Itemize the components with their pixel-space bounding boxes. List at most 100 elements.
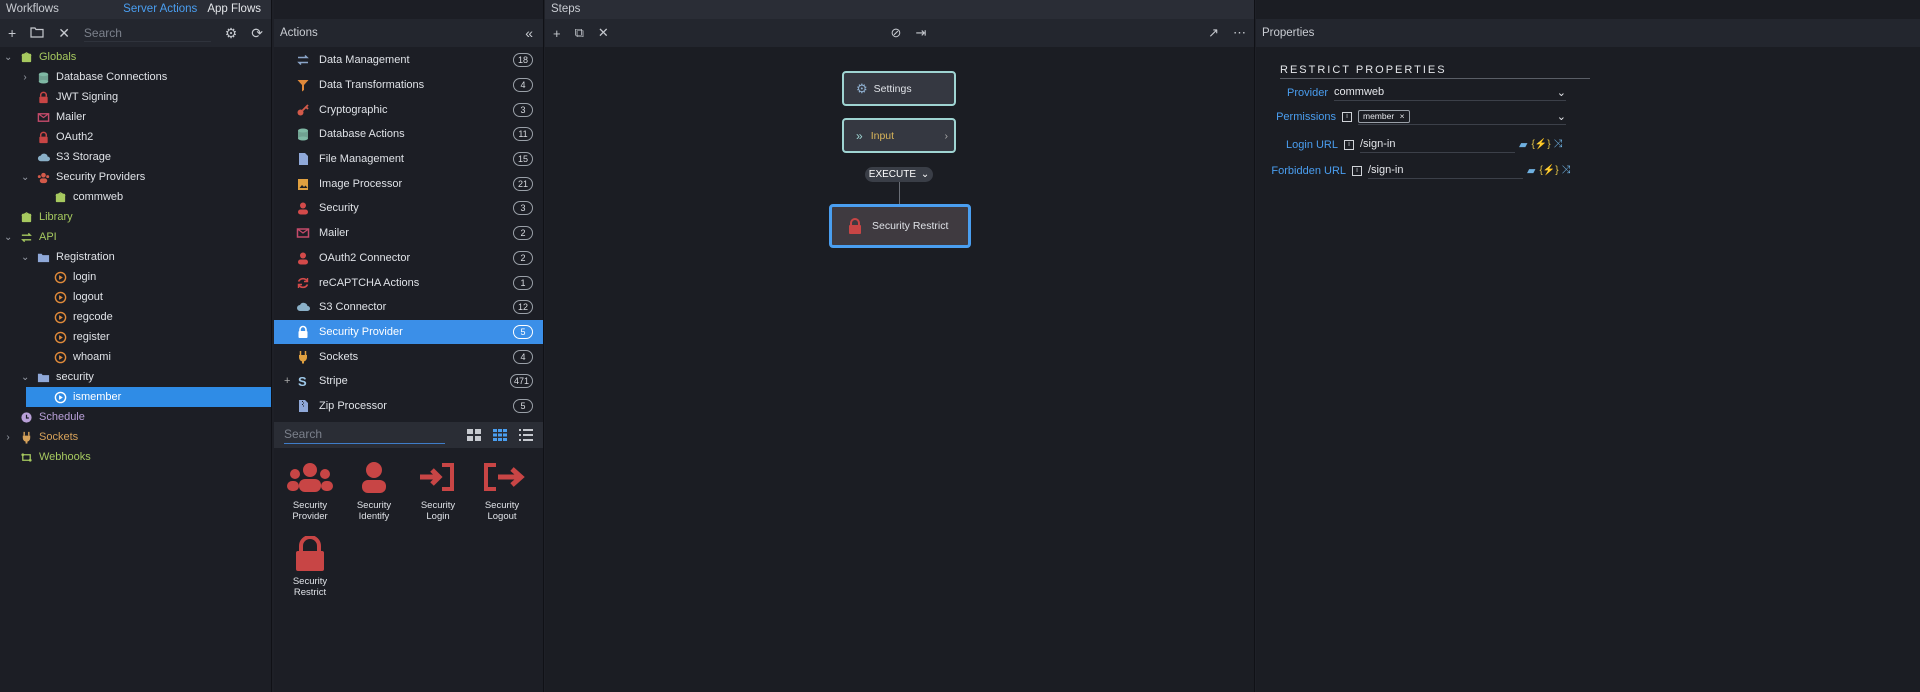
tree-item-api[interactable]: ⌄ API <box>0 227 271 247</box>
permission-tag[interactable]: member × <box>1358 109 1410 123</box>
folder-icon[interactable]: ▰ <box>1519 138 1527 151</box>
action-group-s3-connector[interactable]: S3 Connector 12 <box>274 295 543 320</box>
small-grid-view-icon[interactable] <box>493 429 507 442</box>
dynamic-data-icon[interactable]: {⚡} <box>1531 139 1550 150</box>
tree-item-regcode[interactable]: regcode <box>0 307 271 327</box>
add-icon[interactable]: + <box>8 25 16 41</box>
tree-item-label: JWT Signing <box>56 91 119 103</box>
tile-security-logout[interactable]: Security Logout <box>470 456 534 522</box>
tree-item-webhooks[interactable]: Webhooks <box>0 447 271 467</box>
action-group-file-management[interactable]: File Management 15 <box>274 147 543 172</box>
execute-badge[interactable]: EXECUTE ⌄ <box>865 167 933 182</box>
tab-server-actions[interactable]: Server Actions <box>123 0 197 19</box>
action-group-database-actions[interactable]: Database Actions 11 <box>274 122 543 147</box>
export-icon[interactable]: ⇥ <box>915 25 926 41</box>
box-icon <box>20 51 33 64</box>
section-title: RESTRICT PROPERTIES <box>1280 64 1590 79</box>
tile-security-restrict[interactable]: Security Restrict <box>278 532 342 598</box>
action-group-data-transformations[interactable]: Data Transformations 4 <box>274 73 543 98</box>
gear-icon[interactable]: ⚙ <box>225 25 238 42</box>
forbidden-url-input[interactable]: /sign-in <box>1368 162 1523 179</box>
dynamic-data-icon[interactable]: {⚡} <box>1539 165 1558 176</box>
tile-security-login[interactable]: Security Login <box>406 456 470 522</box>
input-node[interactable]: » Input › <box>842 118 956 153</box>
settings-node[interactable]: ⚙ Settings <box>842 71 956 106</box>
action-group-oauth2-connector[interactable]: OAuth2 Connector 2 <box>274 246 543 271</box>
tree-item-registration[interactable]: ⌄ Registration <box>0 247 271 267</box>
tree-item-schedule[interactable]: Schedule <box>0 407 271 427</box>
chevron-down-icon[interactable]: ⌄ <box>4 52 12 63</box>
remove-tag-icon[interactable]: × <box>1400 111 1405 121</box>
list-view-icon[interactable] <box>519 429 533 442</box>
tree-item-label: commweb <box>73 191 124 203</box>
tile-security-provider[interactable]: Security Provider <box>278 456 342 522</box>
workflows-search-input[interactable]: Search <box>83 24 211 42</box>
share-icon[interactable]: ↗ <box>1208 25 1219 41</box>
users-icon <box>37 171 50 184</box>
tree-item-commweb[interactable]: commweb <box>0 187 271 207</box>
tree-item-library[interactable]: Library <box>0 207 271 227</box>
tree-item-database-connections[interactable]: › Database Connections <box>0 67 271 87</box>
actions-search-input[interactable]: Search <box>284 427 445 444</box>
tree-item-oauth2[interactable]: OAuth2 <box>0 127 271 147</box>
action-group-mailer[interactable]: Mailer 2 <box>274 221 543 246</box>
tree-item-sockets[interactable]: › Sockets <box>0 427 271 447</box>
delete-icon[interactable]: ✕ <box>58 25 70 42</box>
action-group-security-provider[interactable]: Security Provider 5 <box>274 319 543 345</box>
folder-icon[interactable]: ▰ <box>1527 164 1535 177</box>
chevron-right-icon[interactable]: › <box>4 432 12 443</box>
shuffle-icon[interactable]: ⤨ <box>1562 164 1571 177</box>
action-group-data-management[interactable]: Data Management 18 <box>274 48 543 73</box>
tree-item-logout[interactable]: logout <box>0 287 271 307</box>
refresh-icon[interactable]: ⟳ <box>251 25 263 42</box>
filter-icon <box>296 78 310 92</box>
tree-item-security[interactable]: ⌄ security <box>0 367 271 387</box>
action-group-stripe[interactable]: + S Stripe 471 <box>274 369 543 394</box>
chevron-down-icon[interactable]: ⌄ <box>21 172 29 183</box>
action-group-label: Data Transformations <box>319 79 425 92</box>
login-url-label: Login URL <box>1286 138 1338 151</box>
double-chevron-icon: » <box>856 128 863 143</box>
steps-title: Steps <box>551 3 581 15</box>
more-icon[interactable]: ⋯ <box>1233 25 1246 41</box>
tree-item-ismember[interactable]: ismember <box>26 387 271 407</box>
action-group-recaptcha-actions[interactable]: reCAPTCHA Actions 1 <box>274 270 543 295</box>
tree-item-mailer[interactable]: Mailer <box>0 107 271 127</box>
large-grid-view-icon[interactable] <box>467 429 481 442</box>
shuffle-icon[interactable]: ⤨ <box>1554 138 1563 151</box>
tree-item-globals[interactable]: ⌄ Globals <box>0 47 271 67</box>
properties-panel: Properties RESTRICT PROPERTIES Provider … <box>1256 0 1920 692</box>
new-folder-icon[interactable] <box>30 25 44 41</box>
tree-item-security-providers[interactable]: ⌄ Security Providers <box>0 167 271 187</box>
collapse-icon[interactable]: « <box>525 24 533 43</box>
tree-item-label: OAuth2 <box>56 131 94 143</box>
tile-security-identify[interactable]: Security Identify <box>342 456 406 522</box>
tree-item-login[interactable]: login <box>0 267 271 287</box>
provider-select[interactable]: commweb ⌄ <box>1334 84 1566 101</box>
tree-item-jwt-signing[interactable]: JWT Signing <box>0 87 271 107</box>
tab-app-flows[interactable]: App Flows <box>207 0 261 19</box>
delete-step-icon[interactable]: ✕ <box>598 25 609 41</box>
chevron-right-icon[interactable]: › <box>21 72 29 83</box>
action-group-cryptographic[interactable]: Cryptographic 3 <box>274 97 543 122</box>
login-url-input[interactable]: /sign-in <box>1360 136 1515 153</box>
action-group-zip-processor[interactable]: Zip Processor 5 <box>274 394 543 419</box>
chevron-down-icon[interactable]: ⌄ <box>4 232 12 243</box>
add-step-icon[interactable]: + <box>553 26 561 41</box>
arrows-icon <box>20 231 33 244</box>
security-restrict-node[interactable]: Security Restrict <box>829 204 971 248</box>
tree-item-s3-storage[interactable]: S3 Storage <box>0 147 271 167</box>
action-group-image-processor[interactable]: Image Processor 21 <box>274 171 543 196</box>
action-group-security[interactable]: Security 3 <box>274 196 543 221</box>
permissions-select[interactable]: member × ⌄ <box>1358 108 1566 125</box>
chevron-down-icon[interactable]: ⌄ <box>21 372 29 383</box>
actions-panel: Actions « Data Management 18 Data Transfor… <box>274 0 544 692</box>
tree-item-register[interactable]: register <box>0 327 271 347</box>
copy-icon[interactable]: ⧉ <box>575 25 584 41</box>
expand-icon[interactable]: + <box>284 375 290 387</box>
disable-icon[interactable]: ⊘ <box>891 25 902 41</box>
action-group-sockets[interactable]: Sockets 4 <box>274 344 543 369</box>
chevron-down-icon[interactable]: ⌄ <box>21 252 29 263</box>
play-icon <box>54 271 67 284</box>
tree-item-whoami[interactable]: whoami <box>0 347 271 367</box>
